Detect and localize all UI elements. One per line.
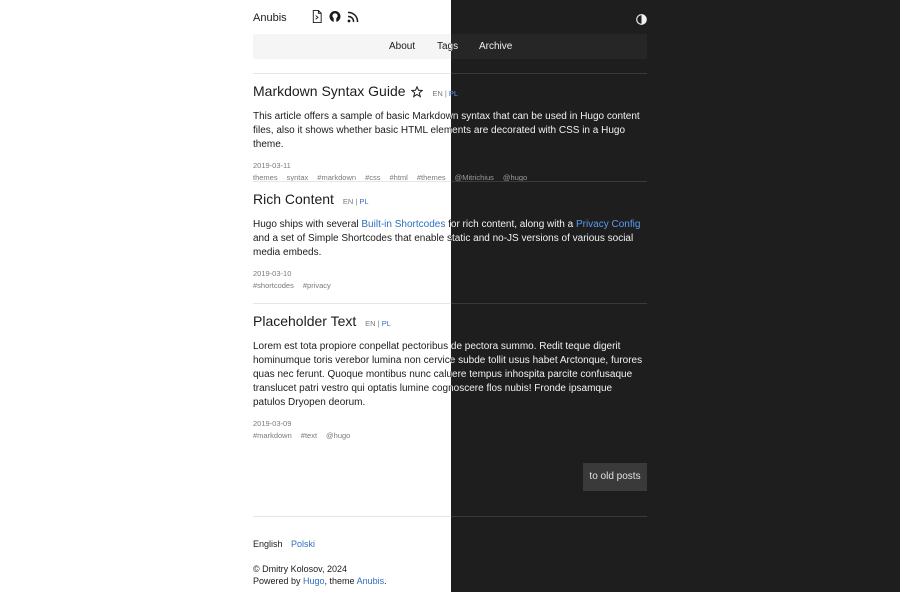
nav-archive[interactable]: Archive	[479, 41, 512, 52]
summary-text: for rich content, along with a	[451, 219, 576, 230]
post-tags: #markdown #text @hugo	[451, 431, 647, 440]
post-item: Placeholder Text EN | PL Lorem est tota …	[253, 312, 451, 440]
post-summary: Lorem est tota propiore conpellat pector…	[253, 341, 451, 408]
post-summary: Hugo ships with several Built-in Shortco…	[253, 218, 451, 260]
post-tags: #markdown #text @hugo	[253, 431, 451, 440]
divider	[451, 181, 647, 182]
light-view: Anubis About Tags Archive Markdown Synta…	[0, 0, 451, 592]
post-summary: Hugo ships with several Built-in Shortco…	[451, 218, 647, 260]
tag-link[interactable]: #privacy	[303, 281, 331, 290]
anubis-theme-link[interactable]: Anubis	[357, 576, 385, 586]
lang-en: EN	[342, 197, 354, 206]
post-item: Markdown Syntax Guide EN | PL This artic…	[451, 82, 647, 182]
main-nav: About Tags Archive	[451, 34, 647, 59]
post-summary: This article offers a sample of basic Ma…	[253, 111, 451, 150]
footer-lang-polski-link[interactable]: Polski	[291, 539, 315, 549]
post-item: Rich Content EN | PL Hugo ships with sev…	[253, 190, 451, 290]
lang-pl-link[interactable]: PL	[359, 197, 368, 206]
powered-text: , theme	[324, 576, 357, 586]
powered-text: .	[384, 576, 387, 586]
lang-separator: |	[444, 89, 447, 98]
nav-tags[interactable]: Tags	[437, 41, 451, 52]
divider	[451, 303, 647, 304]
tag-link[interactable]: #markdown	[253, 431, 292, 440]
divider	[451, 73, 647, 74]
older-posts-button[interactable]: to old posts	[583, 463, 647, 491]
summary-text: Hugo ships with several	[253, 219, 362, 230]
post-item: Markdown Syntax Guide EN | PL This artic…	[253, 82, 451, 182]
post-date: 2019-03-10	[451, 269, 647, 278]
post-date: 2019-03-09	[451, 419, 647, 428]
rss-icon[interactable]	[347, 10, 359, 23]
footer-copyright: © Dmitry Kolosov, 2024	[253, 564, 347, 574]
main-nav: About Tags Archive	[253, 34, 451, 59]
nav-about[interactable]: About	[389, 41, 415, 52]
divider	[253, 303, 451, 304]
site-title[interactable]: Anubis	[253, 12, 287, 24]
post-date: 2019-03-11	[451, 161, 647, 170]
document-icon[interactable]	[311, 10, 323, 23]
powered-text: Powered by	[253, 576, 304, 586]
half-circle-icon[interactable]	[636, 12, 647, 25]
hugo-link[interactable]: Hugo	[303, 576, 325, 586]
divider	[451, 516, 647, 517]
summary-text: and a set of Simple Shortcodes that enab…	[253, 233, 451, 258]
footer-languages: English Polski	[253, 539, 315, 549]
lang-separator: |	[355, 197, 358, 206]
header-icons	[311, 10, 359, 23]
lang-pl-link[interactable]: PL	[382, 319, 391, 328]
star-icon	[410, 84, 424, 102]
post-item: Rich Content EN | PL Hugo ships with sev…	[451, 190, 647, 290]
post-date: 2019-03-10	[253, 269, 292, 278]
post-item: Placeholder Text EN | PL Lorem est tota …	[451, 312, 647, 440]
post-date: 2019-03-09	[253, 419, 292, 428]
post-date: 2019-03-11	[253, 161, 291, 170]
lang-pl-link[interactable]: PL	[451, 89, 458, 98]
post-title[interactable]: Rich Content	[253, 191, 334, 207]
post-tags: #shortcodes #privacy	[253, 281, 451, 290]
divider	[253, 516, 451, 517]
nav-tags[interactable]: Tags	[451, 41, 458, 52]
footer-lang-english: English	[253, 539, 283, 549]
privacy-config-link[interactable]: Privacy Config	[576, 219, 640, 230]
divider	[253, 73, 451, 74]
dark-view: About Tags Archive Markdown Syntax Guide…	[451, 0, 900, 592]
divider	[253, 181, 451, 182]
post-summary: Lorem est tota propiore conpellat pector…	[451, 341, 643, 394]
summary-text: and a set of Simple Shortcodes that enab…	[451, 233, 634, 244]
post-title[interactable]: Markdown Syntax Guide	[253, 83, 406, 99]
lang-en: EN	[365, 319, 376, 328]
author-link[interactable]: @hugo	[326, 431, 350, 440]
tag-link[interactable]: #shortcodes	[253, 281, 294, 290]
lang-separator: |	[377, 319, 380, 328]
post-summary: This article offers a sample of basic Ma…	[451, 111, 640, 136]
lang-en: EN	[432, 89, 443, 98]
builtin-shortcodes-link[interactable]: Built-in Shortcodes	[361, 219, 445, 230]
post-title[interactable]: Placeholder Text	[253, 313, 356, 329]
tag-link[interactable]: #text	[301, 431, 317, 440]
footer-powered: Powered by Hugo, theme Anubis.	[253, 576, 387, 586]
post-tags: #shortcodes #privacy	[451, 281, 647, 290]
github-icon[interactable]	[329, 10, 341, 23]
